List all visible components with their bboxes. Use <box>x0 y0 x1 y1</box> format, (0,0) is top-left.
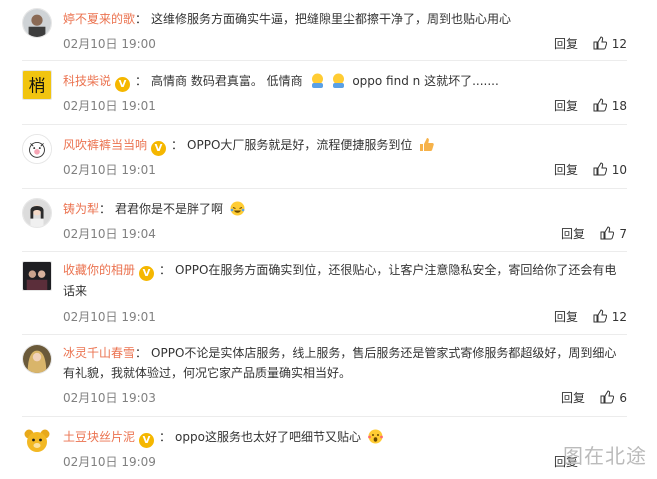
thumbs-up-icon <box>593 162 607 176</box>
like-count: 6 <box>619 391 627 405</box>
username[interactable]: 科技柴说 <box>63 74 111 88</box>
comment-text: oppo这服务也太好了吧细节又贴心 <box>175 430 361 444</box>
surprised-emoji-icon <box>367 429 383 444</box>
like-button[interactable]: 10 <box>593 161 627 179</box>
timestamp: 02月10日 19:01 <box>63 99 156 113</box>
separator: ： <box>135 74 148 88</box>
thumbs-up-icon <box>593 98 607 112</box>
comment-text: 这维修服务方面确实牛逼，把缝隙里尘都擦干净了，周到也贴心用心 <box>151 12 512 26</box>
reply-button[interactable]: 回复 <box>554 97 578 115</box>
timestamp: 02月10日 19:04 <box>63 227 156 241</box>
comment-text-tail: oppo find n 这就坏了....... <box>352 74 499 88</box>
divider <box>22 334 627 335</box>
thumbs-up-icon <box>600 226 615 240</box>
like-count: 7 <box>619 227 627 241</box>
username[interactable]: 收藏你的相册 <box>63 263 135 277</box>
username[interactable]: 婷不夏来的歌 <box>63 12 135 26</box>
separator: ： <box>135 346 148 360</box>
timestamp: 02月10日 19:00 <box>63 37 156 51</box>
like-count: 18 <box>611 99 627 113</box>
separator: ： <box>171 138 184 152</box>
reply-button[interactable]: 回复 <box>561 225 585 243</box>
reply-button[interactable]: 回复 <box>554 35 578 53</box>
avatar[interactable]: 梢 <box>22 70 52 100</box>
reply-button[interactable]: 回复 <box>554 308 578 326</box>
like-button[interactable]: 18 <box>593 97 627 115</box>
timestamp: 02月10日 19:01 <box>63 163 156 177</box>
avatar[interactable] <box>22 344 52 374</box>
avatar[interactable] <box>22 198 52 228</box>
like-button[interactable]: 7 <box>600 225 627 243</box>
divider <box>22 416 627 417</box>
vip-badge-icon: V <box>115 77 131 92</box>
thumbs-up-icon <box>600 390 615 404</box>
like-button[interactable]: 12 <box>593 35 627 53</box>
thumbs-up-icon <box>593 309 607 323</box>
username[interactable]: 土豆块丝片泥 <box>63 430 135 444</box>
timestamp: 02月10日 19:09 <box>63 455 156 469</box>
timestamp: 02月10日 19:01 <box>63 310 156 324</box>
comment-text: 君君你是不是胖了啊 <box>115 202 224 216</box>
avatar[interactable] <box>22 134 52 164</box>
like-button[interactable]: 12 <box>593 308 627 326</box>
username[interactable]: 铸为犁 <box>63 202 99 216</box>
separator: ： <box>135 12 148 26</box>
username[interactable]: 冰灵千山春雪 <box>63 346 135 360</box>
laughing-emoji-icon <box>332 73 344 88</box>
divider <box>22 124 627 125</box>
separator: ： <box>159 263 172 277</box>
divider <box>22 60 627 61</box>
like-count: 12 <box>611 310 627 324</box>
separator: ： <box>99 202 112 216</box>
like-count: 12 <box>611 37 627 51</box>
crying-laughing-emoji-icon <box>230 201 245 216</box>
comment-text: OPPO大厂服务就是好，流程便捷服务到位 <box>187 138 413 152</box>
svg-text:梢: 梢 <box>29 76 46 96</box>
like-count: 10 <box>611 163 627 177</box>
divider <box>22 188 627 189</box>
avatar[interactable] <box>22 426 52 456</box>
avatar[interactable] <box>22 261 52 291</box>
watermark: 图在北途 <box>563 444 647 468</box>
separator: ： <box>159 430 172 444</box>
vip-badge-icon: V <box>139 266 155 281</box>
username[interactable]: 风吹裤裤当当响 <box>63 138 147 152</box>
reply-button[interactable]: 回复 <box>561 389 585 407</box>
vip-badge-icon: V <box>139 433 155 448</box>
reply-button[interactable]: 回复 <box>554 161 578 179</box>
divider <box>22 251 627 252</box>
thumbs-up-emoji-icon <box>420 138 435 151</box>
comment-text: 高情商 数码君真富。 低情商 <box>151 74 303 88</box>
avatar[interactable] <box>22 8 52 38</box>
laughing-emoji-icon <box>311 73 323 88</box>
like-button[interactable]: 6 <box>600 389 627 407</box>
thumbs-up-icon <box>593 36 607 50</box>
timestamp: 02月10日 19:03 <box>63 391 156 405</box>
vip-badge-icon: V <box>151 141 167 156</box>
